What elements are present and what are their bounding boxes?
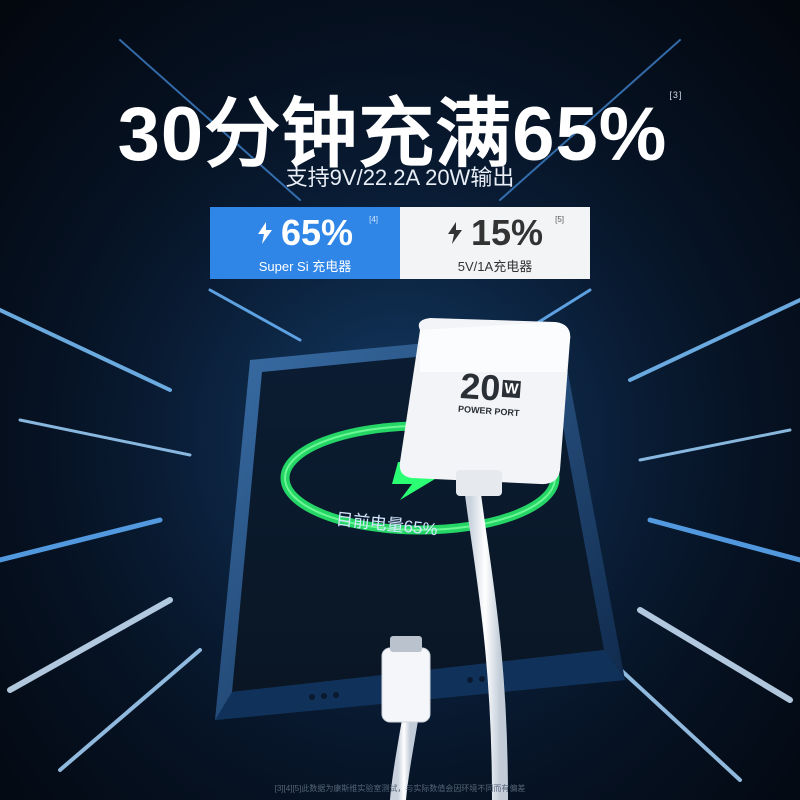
- super-si-caption: Super Si 充电器: [258, 258, 352, 274]
- lightning-icon: [447, 221, 462, 244]
- charger-rating: 20: [458, 364, 502, 409]
- charger-unit: W: [501, 379, 522, 399]
- super-si-ref: [4]: [369, 215, 378, 224]
- standard-charger-ref: [5]: [555, 215, 564, 224]
- charger-label: 20 W POWER PORT: [448, 364, 531, 418]
- standard-charger-percent: 15%: [470, 211, 544, 253]
- super-si-card: [4] 65% Super Si 充电器: [210, 207, 400, 279]
- ad-banner: 20 W POWER PORT 目前电量65% 30分钟充满65% [3] 支持9V…: [0, 0, 800, 800]
- headline-ref: [3]: [669, 90, 683, 100]
- standard-charger-caption: 5V/1A充电器: [457, 258, 533, 274]
- standard-charger-card: [5] 15% 5V/1A充电器: [400, 207, 590, 279]
- lightning-icon: [257, 221, 272, 244]
- subtitle: 支持9V/22.2A 20W输出: [285, 165, 515, 190]
- charging-comparison: [4] 65% Super Si 充电器 [5] 15% 5V/1A充电器: [210, 207, 590, 279]
- footnote: [3][4][5]此数据为康斯维实验室测试，与实际数值会因环境不同而有偏差: [274, 784, 526, 793]
- super-si-percent: 65%: [280, 211, 354, 253]
